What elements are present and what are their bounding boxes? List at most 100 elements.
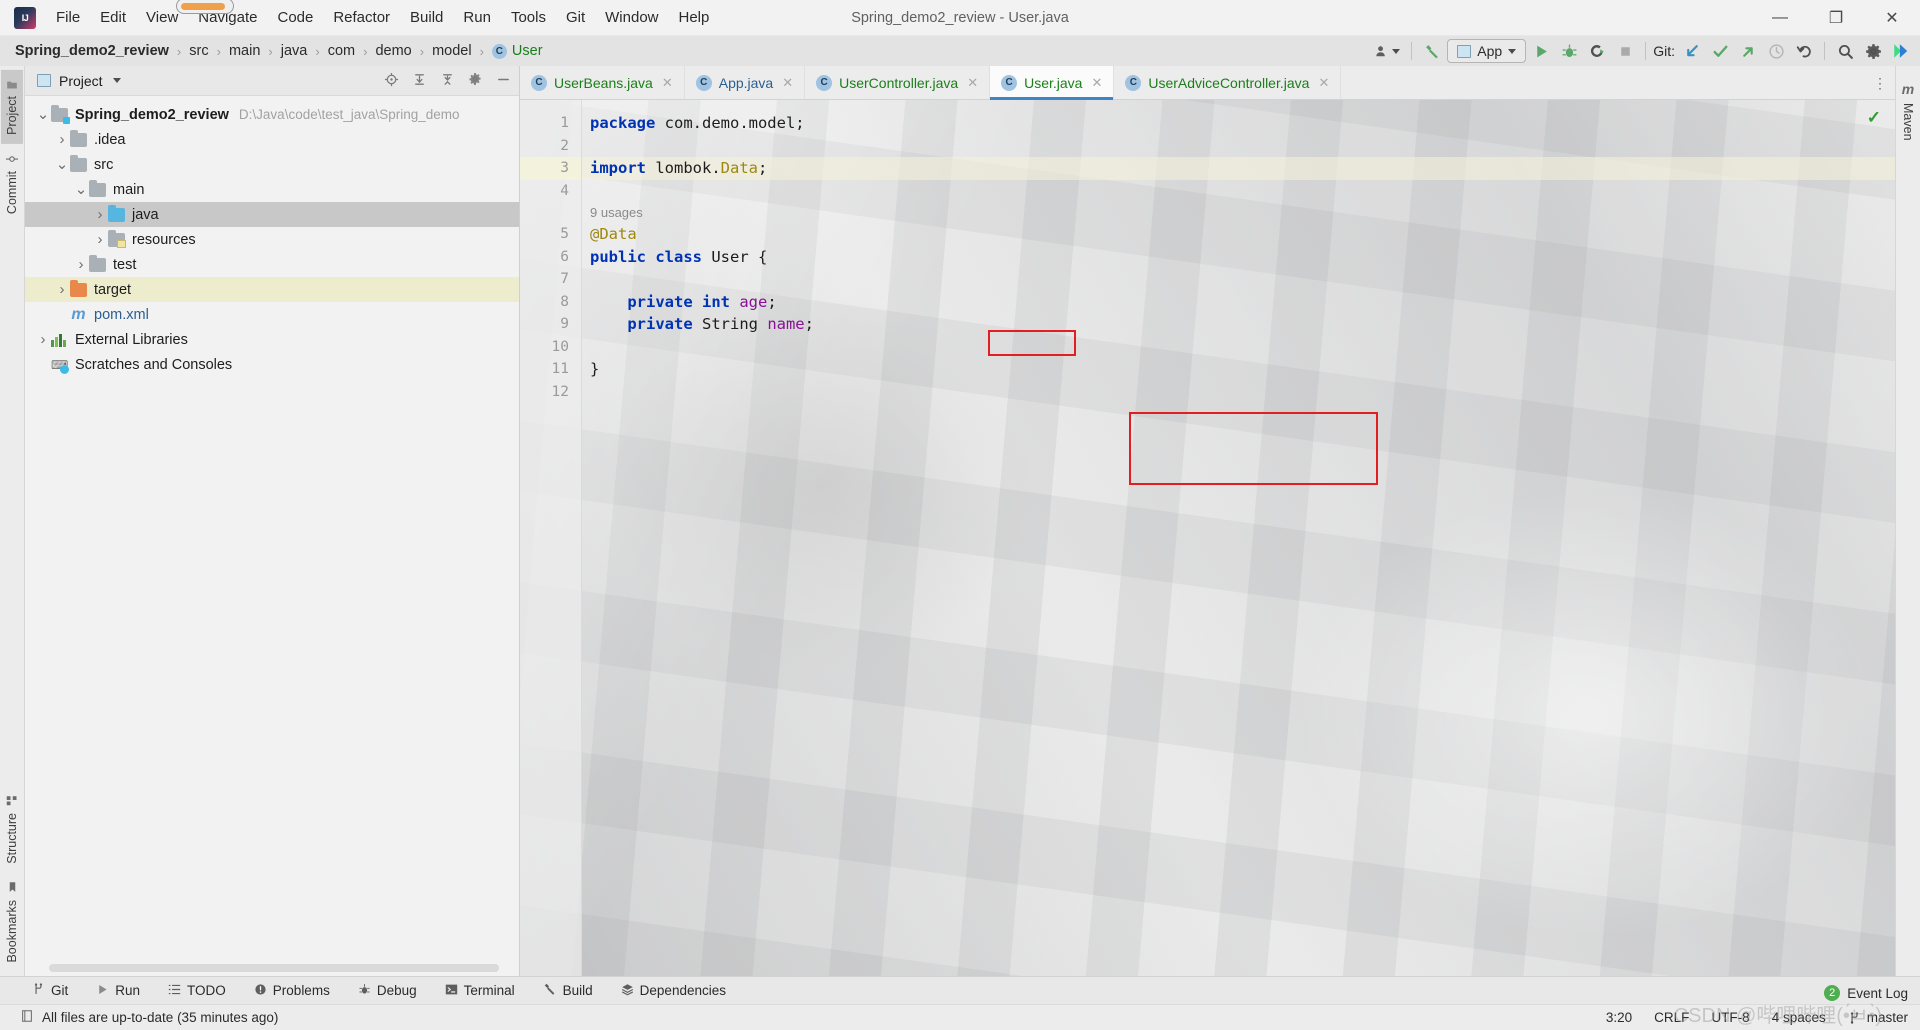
breadcrumb-item-src[interactable]: src <box>186 43 211 59</box>
editor-tab-userbeans-java[interactable]: C UserBeans.java ✕ <box>520 66 685 99</box>
code-token: import <box>590 159 646 177</box>
breadcrumb-item-main[interactable]: main <box>226 43 263 59</box>
tool-window-button-dependencies[interactable]: Dependencies <box>617 981 730 1001</box>
tree-node-main[interactable]: ⌄ main <box>25 177 519 202</box>
tool-window-button-todo[interactable]: TODO <box>164 981 230 1001</box>
editor-tab-app-java[interactable]: C App.java ✕ <box>685 66 806 99</box>
settings-gear-icon[interactable] <box>465 72 485 89</box>
close-icon[interactable]: ✕ <box>1091 75 1102 91</box>
run-button[interactable] <box>1528 38 1554 64</box>
collapse-all-icon[interactable] <box>437 72 457 90</box>
editor-tab-useradvicecontroller-java[interactable]: C UserAdviceController.java ✕ <box>1114 66 1342 99</box>
git-update-project-icon[interactable] <box>1679 38 1705 64</box>
tree-node--idea[interactable]: › .idea <box>25 127 519 152</box>
usages-inlay-hint[interactable]: 9 usages <box>582 202 1895 223</box>
run-with-coverage-button[interactable] <box>1584 38 1610 64</box>
line-separator[interactable]: CRLF <box>1654 1010 1689 1025</box>
menu-item-tools[interactable]: Tools <box>501 5 556 30</box>
breadcrumb-item-class[interactable]: C User <box>489 43 546 59</box>
stripe-button-commit[interactable]: Commit <box>1 144 23 223</box>
git-rollback-icon[interactable] <box>1791 38 1817 64</box>
close-icon[interactable]: ✕ <box>967 75 978 91</box>
tool-window-button-problems[interactable]: Problems <box>250 981 334 1001</box>
menu-item-file[interactable]: File <box>46 5 90 30</box>
menu-item-edit[interactable]: Edit <box>90 5 136 30</box>
menu-item-help[interactable]: Help <box>669 5 720 30</box>
stripe-button-bookmarks[interactable]: Bookmarks <box>1 872 23 972</box>
close-icon[interactable]: ✕ <box>1318 75 1329 91</box>
breadcrumb-item-java[interactable]: java <box>278 43 311 59</box>
breadcrumb-item-com[interactable]: com <box>325 43 358 59</box>
git-branch-widget[interactable]: master <box>1848 1010 1908 1025</box>
search-everywhere-icon[interactable] <box>1832 38 1858 64</box>
stripe-button-structure[interactable]: Structure <box>1 786 23 873</box>
menu-item-run[interactable]: Run <box>453 5 501 30</box>
code-editor[interactable]: 1 2 3 4 5 6 7 8 9 10 11 12 package com.demo.model; i… <box>520 100 1895 976</box>
tree-node-src[interactable]: ⌄ src <box>25 152 519 177</box>
editor-tab-usercontroller-java[interactable]: C UserController.java ✕ <box>805 66 991 99</box>
menu-item-refactor[interactable]: Refactor <box>323 5 400 30</box>
hide-panel-icon[interactable] <box>493 72 513 90</box>
editor-tab-user-java[interactable]: C User.java ✕ <box>990 66 1115 100</box>
chevron-right-icon[interactable]: › <box>35 331 51 348</box>
tool-window-button-git[interactable]: Git <box>28 980 72 1001</box>
navigate-menu-highlight <box>176 0 234 14</box>
menu-item-window[interactable]: Window <box>595 5 668 30</box>
build-hammer-icon[interactable] <box>1419 38 1445 64</box>
expand-all-icon[interactable] <box>409 72 429 90</box>
tree-node-scratches-and-consoles[interactable]: ⌨ Scratches and Consoles <box>25 352 519 377</box>
tree-node-java[interactable]: › java <box>25 202 519 227</box>
indent-setting[interactable]: 4 spaces <box>1772 1010 1826 1025</box>
locate-icon[interactable] <box>381 72 401 90</box>
tree-node-external-libraries[interactable]: › External Libraries <box>25 327 519 352</box>
git-commit-icon[interactable] <box>1707 38 1733 64</box>
close-icon[interactable]: ✕ <box>782 75 793 91</box>
git-push-icon[interactable] <box>1735 38 1761 64</box>
event-log-widget[interactable]: 2 Event Log <box>1824 982 1908 1004</box>
tree-node-target[interactable]: › target <box>25 277 519 302</box>
tree-node-spring-demo2-review[interactable]: ⌄ Spring_demo2_review D:\Java\code\test_ja… <box>25 102 519 127</box>
close-icon[interactable]: ✕ <box>662 75 673 91</box>
tool-window-button-terminal[interactable]: Terminal <box>441 981 519 1001</box>
stripe-button-maven[interactable]: m Maven <box>1897 72 1919 150</box>
tree-node-resources[interactable]: › resources <box>25 227 519 252</box>
chevron-right-icon[interactable]: › <box>54 281 70 298</box>
account-icon[interactable] <box>1370 38 1404 64</box>
close-button[interactable]: ✕ <box>1864 0 1920 36</box>
tree-node-pom-xml[interactable]: m pom.xml <box>25 302 519 327</box>
chevron-down-icon[interactable]: ⌄ <box>73 182 89 197</box>
breadcrumb-item-model[interactable]: model <box>429 43 475 59</box>
code-content[interactable]: package com.demo.model; import lombok.Dat… <box>582 100 1895 976</box>
menu-item-git[interactable]: Git <box>556 5 595 30</box>
inspection-ok-check-icon[interactable]: ✓ <box>1867 108 1881 128</box>
chevron-right-icon[interactable]: › <box>92 231 108 248</box>
tool-window-button-debug[interactable]: Debug <box>354 981 421 1001</box>
stripe-button-project[interactable]: Project <box>1 70 23 144</box>
chevron-down-icon[interactable]: ⌄ <box>54 157 70 172</box>
chevron-right-icon[interactable]: › <box>73 256 89 273</box>
tool-window-button-run[interactable]: Run <box>92 981 144 1001</box>
tool-window-button-build[interactable]: Build <box>539 980 597 1001</box>
project-horizontal-scrollbar[interactable] <box>49 964 499 972</box>
project-window-icon <box>37 74 51 87</box>
tree-node-test[interactable]: › test <box>25 252 519 277</box>
settings-gear-icon[interactable] <box>1860 38 1886 64</box>
file-encoding[interactable]: UTF-8 <box>1711 1010 1749 1025</box>
more-options-icon[interactable]: ⋮ <box>1873 66 1887 100</box>
minimize-button[interactable]: — <box>1752 0 1808 36</box>
caret-position[interactable]: 3:20 <box>1606 1010 1632 1025</box>
breadcrumb-separator: › <box>315 43 320 59</box>
ide-features-trainer-icon[interactable] <box>1888 38 1914 64</box>
chevron-right-icon[interactable]: › <box>54 131 70 148</box>
chevron-down-icon[interactable]: ⌄ <box>35 107 51 122</box>
menu-item-build[interactable]: Build <box>400 5 453 30</box>
run-configuration-selector[interactable]: App <box>1447 39 1527 63</box>
chevron-down-icon[interactable] <box>112 78 121 83</box>
breadcrumb-item-demo[interactable]: demo <box>372 43 414 59</box>
menu-item-code[interactable]: Code <box>267 5 323 30</box>
maximize-button[interactable]: ❐ <box>1808 0 1864 36</box>
project-tree[interactable]: ⌄ Spring_demo2_review D:\Java\code\test_ja… <box>25 96 519 964</box>
breadcrumb-item-spring-demo2-review[interactable]: Spring_demo2_review <box>12 43 172 59</box>
debug-button[interactable] <box>1556 38 1582 64</box>
chevron-right-icon[interactable]: › <box>92 206 108 223</box>
